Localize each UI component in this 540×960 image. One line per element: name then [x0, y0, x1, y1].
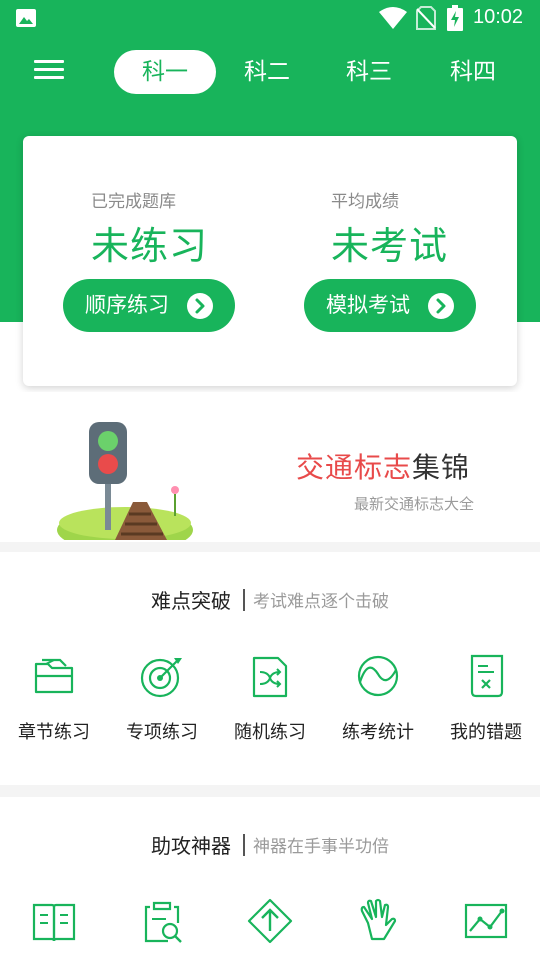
wrong-note-icon [470, 654, 504, 698]
image-notification-icon [16, 9, 36, 27]
tab-ke-yi[interactable]: 科一 [114, 50, 216, 94]
wave-chart-icon [357, 655, 399, 697]
trend-chart-icon [464, 903, 508, 939]
traffic-signs-banner[interactable]: 交通标志集锦 最新交通标志大全 [0, 392, 540, 540]
banner-title-red: 交通标志 [296, 451, 413, 484]
status-time: 10:02 [473, 6, 524, 28]
completed-bank-value: 未练习 [91, 224, 209, 268]
tool-trend-button[interactable] [432, 897, 540, 945]
exam-statistics-button[interactable]: 练考统计 [324, 652, 432, 744]
section-title: 难点突破 [151, 589, 231, 613]
exam-statistics-label: 练考统计 [342, 722, 414, 743]
section-divider [243, 833, 245, 856]
hand-gesture-icon [360, 898, 397, 941]
average-score-label: 平均成绩 [331, 192, 399, 212]
folder-icon [34, 658, 74, 694]
tool-sign-button[interactable] [216, 897, 324, 945]
topic-practice-button[interactable]: 专项练习 [108, 652, 216, 744]
topic-practice-label: 专项练习 [126, 722, 198, 743]
status-bar: 10:02 [0, 0, 540, 36]
sequential-practice-label: 顺序练习 [85, 293, 169, 317]
clipboard-search-icon [144, 901, 182, 943]
progress-card: 已完成题库 未练习 顺序练习 平均成绩 未考试 模拟考试 [23, 136, 517, 386]
section-divider [243, 588, 245, 611]
section-title: 助攻神器 [151, 834, 231, 858]
mock-exam-label: 模拟考试 [326, 293, 410, 317]
my-mistakes-label: 我的错题 [450, 722, 522, 743]
banner-title: 交通标志集锦 [296, 446, 470, 486]
tab-ke-san[interactable]: 科三 [318, 50, 420, 94]
wifi-icon [379, 7, 407, 29]
tool-book-button[interactable] [0, 897, 108, 945]
chapter-practice-label: 章节练习 [18, 722, 90, 743]
completed-bank-label: 已完成题库 [91, 192, 176, 212]
app-screen: 10:02 科一 科二 科三 科四 已完成题库 未练习 顺序练习 平均成绩 未考… [0, 0, 540, 960]
no-sim-icon [416, 6, 436, 30]
chapter-practice-button[interactable]: 章节练习 [0, 652, 108, 744]
difficulty-section: 难点突破 考试难点逐个击破 章节练习 专项练习 随机练习 练考统计 我的错题 [0, 552, 540, 785]
section-header: 难点突破 考试难点逐个击破 [0, 585, 540, 614]
tool-gesture-button[interactable] [324, 897, 432, 945]
arrow-sign-icon [247, 898, 293, 944]
tab-ke-er[interactable]: 科二 [216, 50, 318, 94]
sequential-practice-button[interactable]: 顺序练习 [63, 279, 235, 332]
mock-exam-button[interactable]: 模拟考试 [304, 279, 476, 332]
menu-icon[interactable] [32, 55, 66, 87]
traffic-light-illustration [57, 422, 193, 540]
random-practice-label: 随机练习 [234, 722, 306, 743]
average-score-value: 未考试 [331, 224, 449, 268]
chevron-right-icon [428, 293, 454, 319]
banner-subtitle: 最新交通标志大全 [354, 495, 475, 513]
section-header: 助攻神器 神器在手事半功倍 [0, 830, 540, 859]
assist-tools-section: 助攻神器 神器在手事半功倍 [0, 797, 540, 960]
section-subtitle: 考试难点逐个击破 [253, 592, 389, 612]
random-practice-button[interactable]: 随机练习 [216, 652, 324, 744]
tool-clipboard-button[interactable] [108, 897, 216, 945]
chevron-right-icon [187, 293, 213, 319]
battery-charging-icon [447, 5, 463, 31]
tab-ke-si[interactable]: 科四 [422, 50, 524, 94]
book-icon [32, 903, 76, 942]
banner-title-dark: 集锦 [412, 451, 471, 484]
target-icon [140, 658, 182, 698]
shuffle-file-icon [252, 656, 288, 698]
my-mistakes-button[interactable]: 我的错题 [432, 652, 540, 744]
section-subtitle: 神器在手事半功倍 [253, 837, 389, 857]
